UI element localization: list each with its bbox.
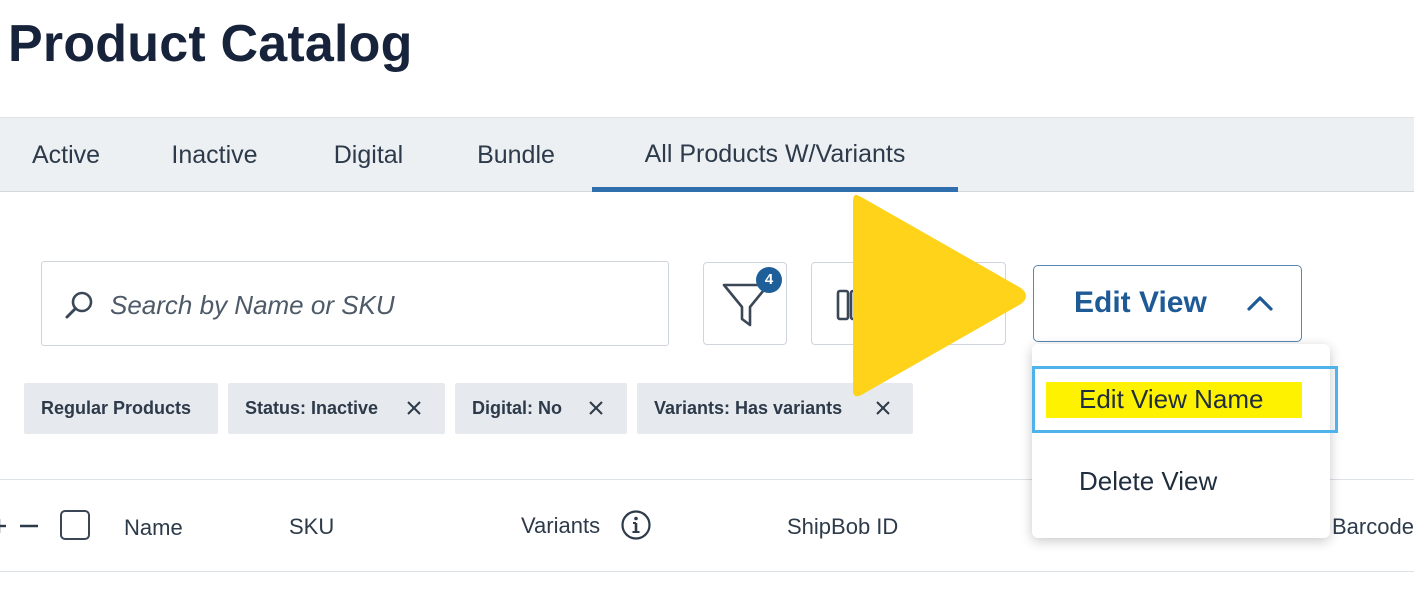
filter-chip-regular-products: Regular Products [24, 383, 218, 434]
column-header-shipbob-id[interactable]: ShipBob ID [787, 514, 898, 540]
play-overlay-icon [853, 194, 1026, 397]
chip-label: Status: Inactive [245, 398, 379, 418]
select-all-checkbox[interactable] [60, 510, 90, 540]
tab-active[interactable]: Active [0, 118, 132, 192]
menu-item-label: Delete View [1079, 466, 1218, 496]
menu-item-label: Edit View Name [1079, 384, 1264, 414]
search-icon [62, 289, 96, 323]
view-tabs: Active Inactive Digital Bundle All Produ… [0, 117, 1414, 192]
column-header-name[interactable]: Name [124, 515, 183, 541]
tab-all-products-variants[interactable]: All Products W/Variants [592, 118, 958, 192]
chip-label: Digital: No [472, 398, 562, 418]
chevron-up-icon [1247, 296, 1273, 311]
filter-chip-status: Status: Inactive [228, 383, 445, 434]
chip-label: Variants: Has variants [654, 398, 843, 418]
column-header-barcode[interactable]: Barcode [1332, 514, 1414, 540]
edit-view-label: Edit View [1074, 286, 1207, 319]
filter-button[interactable]: 4 [703, 262, 787, 345]
info-icon[interactable] [620, 509, 652, 541]
filter-chip-digital: Digital: No [455, 383, 627, 434]
tab-bundle[interactable]: Bundle [440, 118, 592, 192]
search-field [41, 261, 669, 346]
column-header-sku[interactable]: SKU [289, 514, 334, 540]
tab-digital[interactable]: Digital [297, 118, 440, 192]
menu-item-edit-view-name[interactable]: Edit View Name [1032, 366, 1338, 433]
search-input[interactable] [108, 280, 652, 330]
edit-view-button[interactable]: Edit View [1033, 265, 1302, 342]
remove-chip-icon[interactable] [588, 400, 604, 416]
remove-chip-icon[interactable] [406, 400, 422, 416]
column-header-variants[interactable]: Variants [521, 513, 600, 539]
chip-label: Regular Products [41, 398, 192, 418]
filter-count-badge: 4 [756, 267, 782, 293]
edit-view-menu: Edit View Name Delete View [1032, 344, 1338, 538]
expand-collapse-icon[interactable] [0, 516, 42, 536]
tab-inactive[interactable]: Inactive [132, 118, 297, 192]
page-title: Product Catalog [8, 15, 413, 73]
menu-item-delete-view[interactable]: Delete View [1032, 462, 1330, 502]
